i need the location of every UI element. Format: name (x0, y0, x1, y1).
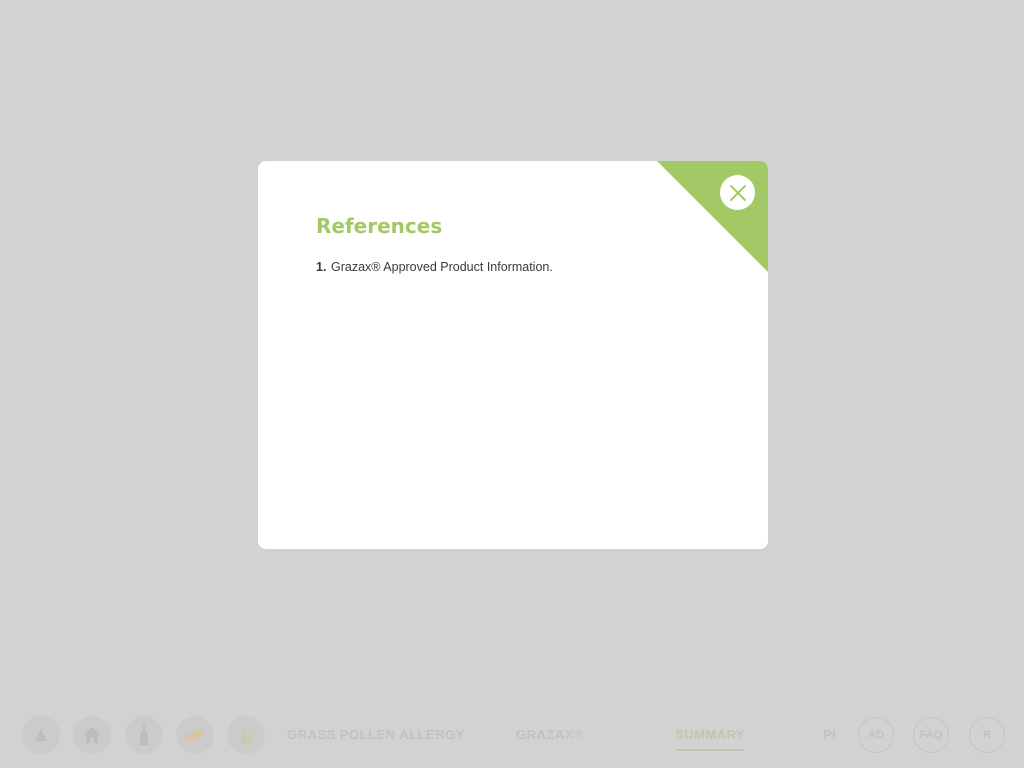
up-arrow-icon[interactable] (22, 716, 60, 754)
nav-faq-button[interactable]: FAQ (913, 717, 949, 753)
reference-text: Grazax® Approved Product Information. (331, 260, 553, 274)
bottle-icon[interactable] (125, 716, 163, 754)
home-icon[interactable] (73, 716, 111, 754)
nav-grass-pollen-allergy[interactable]: GRASS POLLEN ALLERGY (287, 727, 465, 742)
corner-accent (657, 161, 768, 272)
nav-ad-button[interactable]: AD (858, 717, 894, 753)
close-button[interactable] (720, 175, 755, 210)
nav-grazax[interactable]: GRAZAX® (516, 727, 584, 742)
leaf-icon[interactable] (176, 716, 214, 754)
reference-list: 1. Grazax® Approved Product Information. (316, 260, 553, 274)
nav-pi[interactable]: PI (823, 727, 836, 742)
nav-summary[interactable]: SUMMARY (675, 727, 745, 742)
grass-icon[interactable] (227, 716, 265, 754)
close-icon (729, 184, 746, 201)
nav-ad-label: AD (868, 729, 884, 741)
nav-references-button[interactable]: R (969, 717, 1005, 753)
modal-title: References (316, 214, 443, 238)
reference-item: 1. Grazax® Approved Product Information. (316, 260, 553, 274)
nav-faq-label: FAQ (919, 729, 943, 741)
reference-number: 1. (316, 260, 327, 274)
active-tab-indicator (675, 749, 744, 751)
nav-references-label: R (983, 729, 991, 741)
references-modal: References 1. Grazax® Approved Product I… (258, 161, 768, 549)
bottom-nav-bar: GRASS POLLEN ALLERGY GRAZAX® SUMMARY PI … (0, 708, 1024, 764)
